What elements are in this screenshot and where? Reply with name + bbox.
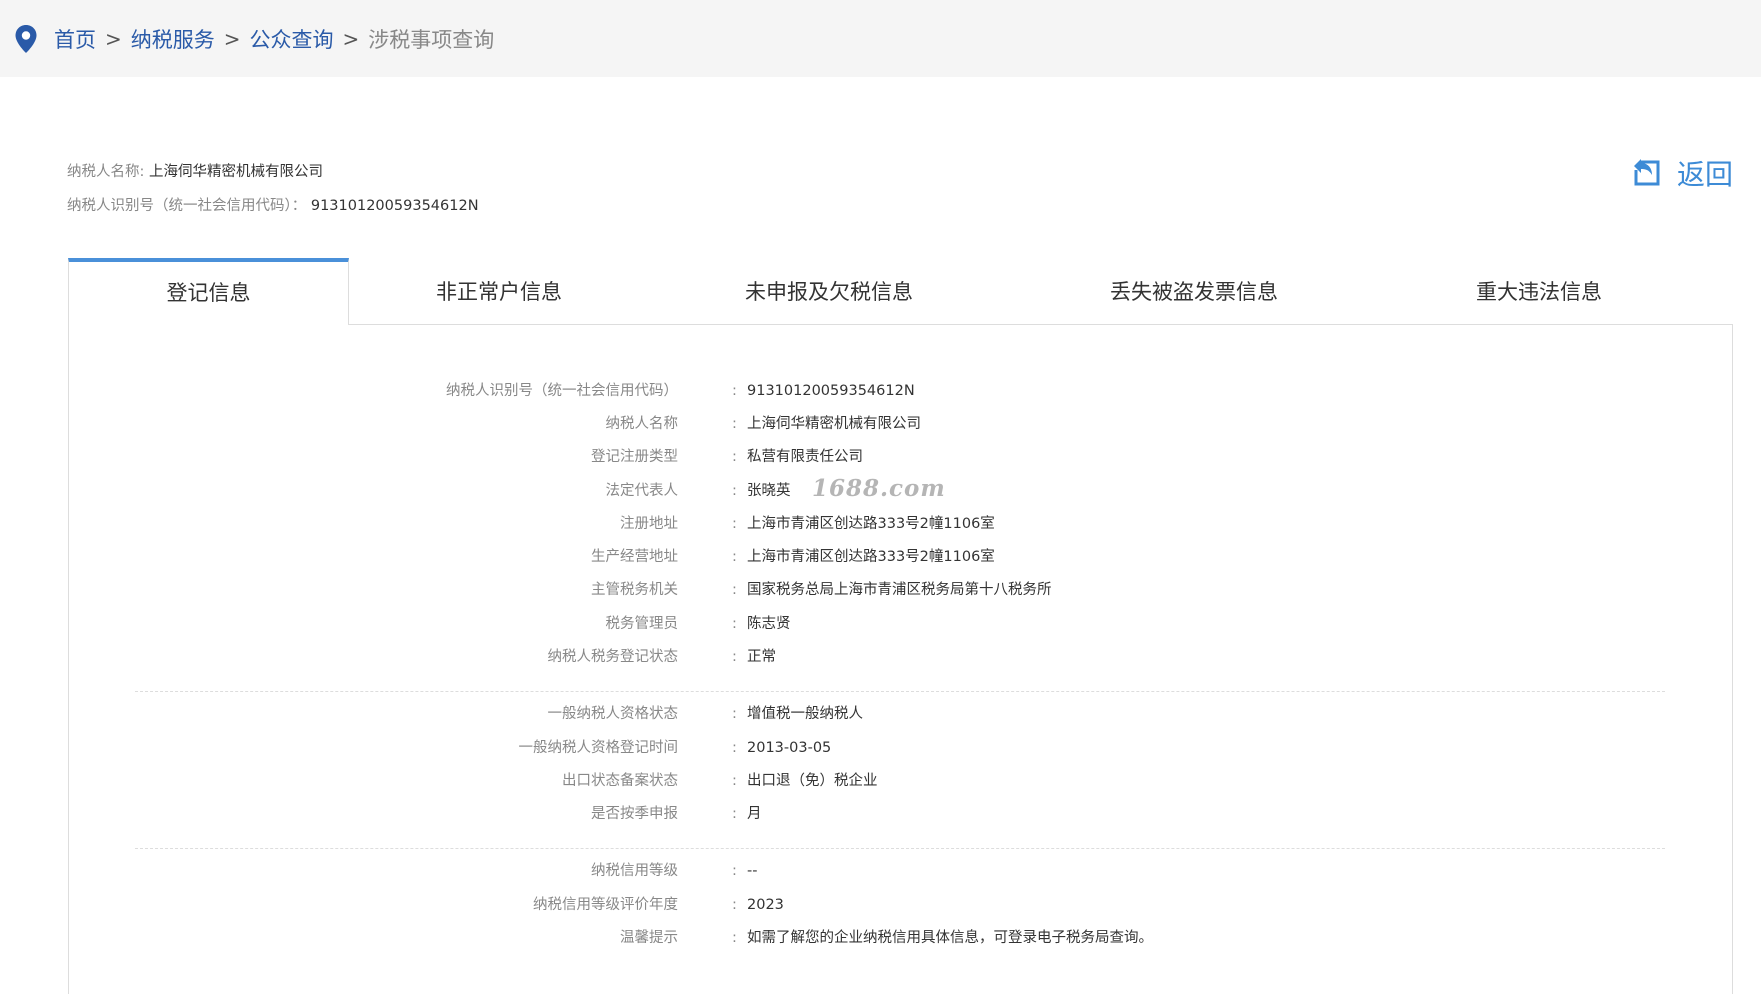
field-label: 纳税信用等级评价年度: [533, 897, 678, 913]
field-row: 纳税信用等级 : --: [69, 859, 1732, 883]
field-colon: :: [732, 806, 737, 822]
field-colon: :: [732, 897, 737, 913]
field-value: 如需了解您的企业纳税信用具体信息，可登录电子税务局查询。: [747, 930, 1153, 946]
section-divider: [135, 848, 1665, 849]
taxpayer-name-line: 纳税人名称: 上海伺华精密机械有限公司: [67, 160, 323, 181]
registration-panel: 纳税人识别号（统一社会信用代码） : 91310120059354612N 纳税…: [68, 324, 1733, 994]
field-value: 出口退（免）税企业: [747, 773, 878, 789]
field-value: 陈志贤: [747, 616, 791, 632]
field-colon: :: [732, 582, 737, 598]
field-value: 上海市青浦区创达路333号2幢1106室: [747, 549, 995, 565]
field-colon: :: [732, 483, 737, 499]
breadcrumb-separator: >: [223, 27, 241, 51]
field-colon: :: [732, 516, 737, 532]
field-row: 温馨提示 : 如需了解您的企业纳税信用具体信息，可登录电子税务局查询。: [69, 926, 1732, 950]
breadcrumb-tax-service-link[interactable]: 纳税服务: [131, 24, 215, 54]
field-value: 上海伺华精密机械有限公司: [747, 416, 921, 432]
field-row: 纳税人名称 : 上海伺华精密机械有限公司: [69, 412, 1732, 436]
tab-bar: 登记信息 非正常户信息 未申报及欠税信息 丢失被盗发票信息 重大违法信息: [68, 258, 1733, 325]
field-row: 登记注册类型 : 私营有限责任公司: [69, 445, 1732, 469]
field-value: 月: [747, 806, 762, 822]
field-colon: :: [732, 549, 737, 565]
tab-major-violation-info[interactable]: 重大违法信息: [1379, 258, 1699, 324]
field-value: 91310120059354612N: [747, 383, 915, 399]
field-row: 纳税信用等级评价年度 : 2023: [69, 893, 1732, 917]
watermark: 1688.com: [812, 475, 946, 502]
taxpayer-id-line: 纳税人识别号（统一社会信用代码）： 91310120059354612N: [67, 194, 479, 215]
top-bar: 首页 > 纳税服务 > 公众查询 > 涉税事项查询: [0, 0, 1761, 77]
field-colon: :: [732, 930, 737, 946]
taxpayer-name-label: 纳税人名称:: [67, 164, 145, 180]
field-label: 税务管理员: [605, 616, 679, 632]
field-value: --: [747, 863, 758, 879]
field-colon: :: [732, 706, 737, 722]
field-colon: :: [732, 773, 737, 789]
breadcrumb-separator: >: [105, 27, 122, 51]
field-row: 一般纳税人资格登记时间 : 2013-03-05: [69, 736, 1732, 760]
field-row: 一般纳税人资格状态 : 增值税一般纳税人: [69, 702, 1732, 726]
field-value: 上海市青浦区创达路333号2幢1106室: [747, 516, 995, 532]
field-label: 纳税人名称: [605, 416, 679, 432]
field-label: 一般纳税人资格登记时间: [518, 740, 679, 756]
field-colon: :: [732, 449, 737, 465]
field-colon: :: [732, 740, 737, 756]
taxpayer-name-value: 上海伺华精密机械有限公司: [149, 164, 323, 180]
tab-lost-stolen-invoice-info[interactable]: 丢失被盗发票信息: [1009, 258, 1379, 324]
field-colon: :: [732, 616, 737, 632]
back-button[interactable]: 返回: [1631, 153, 1737, 193]
field-label: 生产经营地址: [591, 549, 678, 565]
breadcrumb: 首页 > 纳税服务 > 公众查询 > 涉税事项查询: [54, 22, 494, 56]
taxpayer-id-label: 纳税人识别号（统一社会信用代码）：: [67, 198, 307, 214]
breadcrumb-separator: >: [342, 27, 360, 51]
taxpayer-id-value: 91310120059354612N: [310, 198, 479, 214]
back-button-label: 返回: [1677, 158, 1734, 191]
field-value: 国家税务总局上海市青浦区税务局第十八税务所: [747, 582, 1052, 598]
field-value: 增值税一般纳税人: [747, 706, 863, 722]
field-label: 纳税人识别号（统一社会信用代码）: [446, 383, 678, 399]
field-colon: :: [732, 383, 737, 399]
field-label: 纳税信用等级: [591, 863, 678, 879]
field-row: 主管税务机关 : 国家税务总局上海市青浦区税务局第十八税务所: [69, 578, 1732, 602]
field-value: 私营有限责任公司: [747, 449, 863, 465]
field-label: 是否按季申报: [591, 806, 678, 822]
field-colon: :: [732, 649, 737, 665]
field-label: 登记注册类型: [591, 449, 678, 465]
field-label: 法定代表人: [605, 483, 679, 499]
field-row: 出口状态备案状态 : 出口退（免）税企业: [69, 769, 1732, 793]
field-label: 一般纳税人资格状态: [547, 706, 679, 722]
field-row: 纳税人识别号（统一社会信用代码） : 91310120059354612N: [69, 379, 1732, 403]
field-row: 生产经营地址 : 上海市青浦区创达路333号2幢1106室: [69, 545, 1732, 569]
breadcrumb-home-link[interactable]: 首页: [54, 24, 96, 54]
field-label: 注册地址: [620, 516, 678, 532]
field-row: 税务管理员 : 陈志贤: [69, 612, 1732, 636]
section-divider: [135, 691, 1665, 692]
field-label: 主管税务机关: [591, 582, 678, 598]
field-row: 注册地址 : 上海市青浦区创达路333号2幢1106室: [69, 512, 1732, 536]
tab-abnormal-account-info[interactable]: 非正常户信息: [349, 258, 649, 324]
tab-registration-info[interactable]: 登记信息: [68, 258, 349, 325]
back-arrow-icon: [1634, 159, 1660, 186]
location-pin-icon: [15, 25, 37, 53]
field-label: 温馨提示: [620, 930, 678, 946]
field-value: 2023: [747, 897, 784, 913]
field-row: 是否按季申报 : 月: [69, 802, 1732, 826]
field-value: 正常: [747, 649, 776, 665]
field-row: 纳税人税务登记状态 : 正常: [69, 645, 1732, 669]
field-colon: :: [732, 863, 737, 879]
breadcrumb-public-query-link[interactable]: 公众查询: [250, 24, 334, 54]
field-value: 2013-03-05: [747, 740, 832, 756]
field-value: 张晓英: [747, 483, 791, 499]
field-label: 出口状态备案状态: [562, 773, 678, 789]
field-label: 纳税人税务登记状态: [547, 649, 679, 665]
breadcrumb-current: 涉税事项查询: [368, 28, 495, 52]
field-colon: :: [732, 416, 737, 432]
tab-undeclared-arrears-info[interactable]: 未申报及欠税信息: [649, 258, 1009, 324]
